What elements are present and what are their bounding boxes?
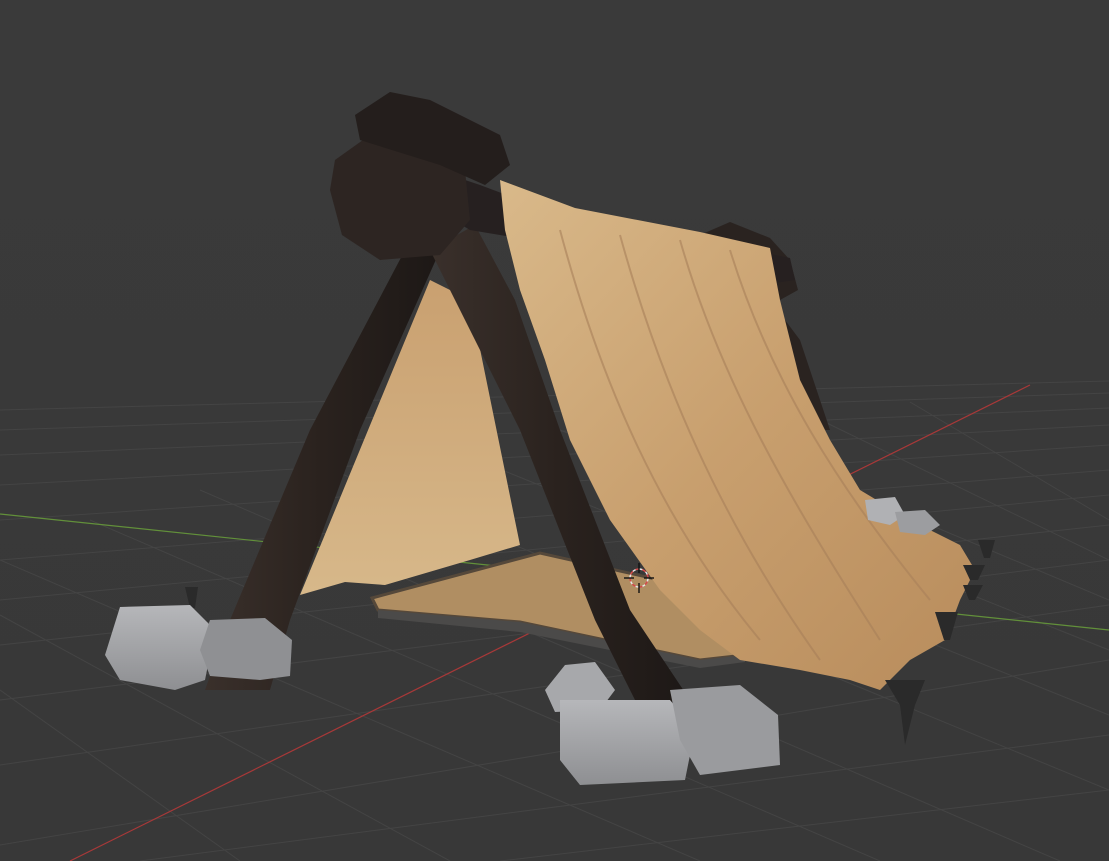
- viewport-canvas[interactable]: [0, 0, 1109, 861]
- stone-front-left-a: [105, 605, 215, 690]
- 3d-viewport[interactable]: [0, 0, 1109, 861]
